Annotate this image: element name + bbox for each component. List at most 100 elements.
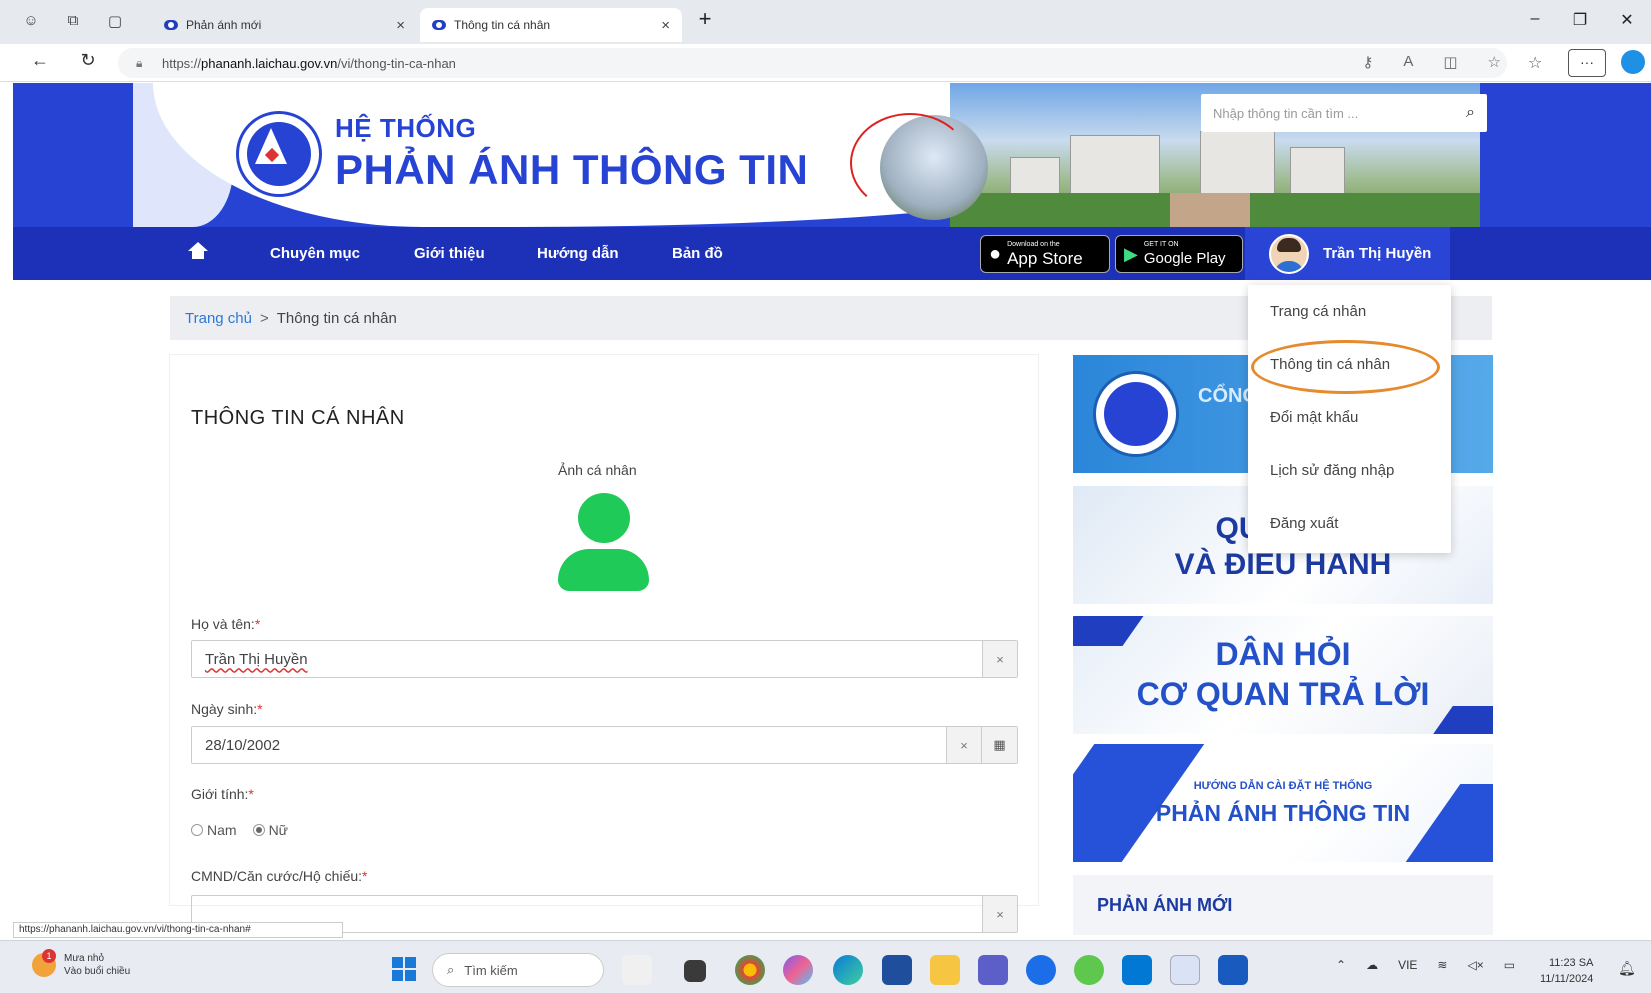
volume-icon[interactable]: ◁× <box>1467 958 1483 972</box>
favorites-icon[interactable]: ☆ <box>1528 53 1542 73</box>
user-menu-toggle[interactable]: Trần Thị Huyền <box>1245 227 1450 280</box>
chat-app-icon[interactable] <box>1170 955 1200 985</box>
windows-start-icon[interactable] <box>392 957 416 981</box>
clear-name-icon[interactable]: × <box>982 641 1017 677</box>
clear-id-icon[interactable]: × <box>982 896 1017 932</box>
play-icon: ▶ <box>1124 243 1138 264</box>
management-banner-line2: VÀ ĐIỀU HÀNH <box>1174 548 1392 581</box>
favorite-icon[interactable]: ☆ <box>1488 53 1501 71</box>
gender-female-radio[interactable]: Nữ <box>252 822 289 838</box>
back-icon[interactable]: ← <box>28 50 52 71</box>
user-dropdown-menu: Trang cá nhân Thông tin cá nhân Đổi mật … <box>1248 285 1451 553</box>
url-field[interactable]: 🔒︎ https://phananh.laichau.gov.vn/vi/tho… <box>118 48 1507 78</box>
gender-male-radio[interactable]: Nam <box>191 822 237 838</box>
key-icon[interactable]: ⚷ <box>1362 53 1373 71</box>
dob-label: Ngày sinh:* <box>191 701 263 717</box>
read-aloud-icon[interactable]: A <box>1403 53 1413 71</box>
chevron-up-icon[interactable]: ⌃ <box>1336 958 1346 972</box>
tab-title: Phản ánh mới <box>186 18 262 32</box>
chrome-icon[interactable] <box>735 955 765 985</box>
nav-chuyen-muc[interactable]: Chuyên mục <box>270 245 360 262</box>
close-tab-icon[interactable]: × <box>661 17 670 34</box>
copilot-app-icon[interactable] <box>783 955 813 985</box>
profile-card <box>170 355 1038 905</box>
page-title: THÔNG TIN CÁ NHÂN <box>191 407 405 429</box>
weather-widget[interactable]: 1 Mưa nhỏ Vào buổi chiều <box>32 949 131 978</box>
refresh-icon[interactable]: ↻ <box>76 50 100 71</box>
edge-icon[interactable] <box>833 955 863 985</box>
zalo-icon[interactable] <box>1026 955 1056 985</box>
taskbar-clock[interactable]: 11:23 SA 11/11/2024 <box>1540 955 1593 987</box>
install-guide-banner[interactable]: HƯỚNG DẪN CÀI ĐẶT HỆ THỐNG PHẢN ÁNH THÔN… <box>1073 744 1493 862</box>
split-screen-icon[interactable]: ◫ <box>1443 53 1457 71</box>
menu-item-trang-ca-nhan[interactable]: Trang cá nhân <box>1270 303 1366 320</box>
dob-field[interactable]: 28/10/2002 × ▦ <box>191 726 1018 764</box>
store-app-icon[interactable] <box>882 955 912 985</box>
site-search-input[interactable]: Nhập thông tin cần tìm ... ⌕ <box>1201 94 1487 132</box>
minimize-icon[interactable]: – <box>1520 10 1550 28</box>
close-window-icon[interactable]: ✕ <box>1612 10 1642 30</box>
required-mark: * <box>362 868 368 884</box>
menu-item-dang-xuat[interactable]: Đăng xuất <box>1270 515 1338 532</box>
menu-item-doi-mat-khau[interactable]: Đổi mật khẩu <box>1270 409 1358 426</box>
nav-huong-dan[interactable]: Hướng dẫn <box>537 245 619 262</box>
site-favicon-icon <box>432 20 446 30</box>
app-store-label: App Store <box>1007 248 1083 268</box>
new-reports-title: PHẢN ÁNH MỚI <box>1097 895 1233 915</box>
clear-dob-icon[interactable]: × <box>946 727 981 763</box>
onedrive-icon[interactable]: ☁ <box>1366 958 1378 972</box>
battery-icon[interactable]: ▭ <box>1504 958 1515 972</box>
search-icon[interactable]: ⌕ <box>1466 104 1475 122</box>
weather-subtitle: Vào buổi chiều <box>64 966 131 977</box>
language-indicator[interactable]: VIE <box>1398 958 1417 972</box>
tab-thong-tin-ca-nhan[interactable]: Thông tin cá nhân × <box>420 8 682 42</box>
required-mark: * <box>254 616 261 632</box>
gender-label: Giới tính:* <box>191 786 254 802</box>
calendar-icon[interactable]: ▦ <box>981 727 1017 763</box>
task-view-icon[interactable] <box>684 960 706 982</box>
tab-actions-icon[interactable]: ▢ <box>104 12 126 32</box>
google-play-button[interactable]: ▶ GET IT ON Google Play <box>1115 235 1243 273</box>
tab-phan-anh-moi[interactable]: Phản ánh mới × <box>152 8 417 42</box>
name-label: Họ và tên:* <box>191 616 260 632</box>
workspaces-icon[interactable]: ⧉ <box>62 12 84 32</box>
full-name-value: Trần Thị Huyền <box>205 650 308 668</box>
wifi-icon[interactable]: ≋ <box>1437 958 1447 972</box>
search-placeholder: Nhập thông tin cần tìm ... <box>1213 105 1359 121</box>
outlook-icon[interactable] <box>1122 955 1152 985</box>
copilot-icon[interactable] <box>1621 50 1645 74</box>
app-store-button[interactable]: ● Download on the App Store <box>980 235 1110 273</box>
site-title-small: HỆ THỐNG <box>335 113 477 143</box>
nav-ban-do[interactable]: Bản đồ <box>672 245 723 262</box>
name-label-text: Họ và tên: <box>191 616 255 632</box>
teams-icon[interactable] <box>978 955 1008 985</box>
url-prefix: https:// <box>162 55 202 71</box>
breadcrumb-home[interactable]: Trang chủ <box>185 310 252 327</box>
coccoc-icon[interactable] <box>1074 955 1104 985</box>
close-tab-icon[interactable]: × <box>396 17 405 34</box>
full-name-field[interactable]: Trần Thị Huyền × <box>191 640 1018 678</box>
avatar-label: Ảnh cá nhân <box>558 462 637 478</box>
new-tab-icon[interactable]: + <box>690 6 720 32</box>
notification-bell-icon[interactable]: 🔔︎ <box>1618 960 1636 977</box>
user-avatar-body[interactable] <box>558 549 649 591</box>
clock-date: 11/11/2024 <box>1540 973 1594 985</box>
restore-icon[interactable]: ❐ <box>1565 10 1595 30</box>
user-avatar-icon[interactable] <box>578 493 630 543</box>
status-url-tooltip: https://phananh.laichau.gov.vn/vi/thong-… <box>13 922 343 938</box>
menu-item-lich-su-dang-nhap[interactable]: Lịch sử đăng nhập <box>1270 462 1394 479</box>
home-icon[interactable] <box>188 242 208 260</box>
site-title-big: PHẢN ÁNH THÔNG TIN <box>335 146 809 193</box>
citizen-banner-line1: DÂN HỎI <box>1215 636 1351 672</box>
site-logo[interactable] <box>236 111 322 197</box>
profile-icon[interactable]: ☺ <box>20 12 42 32</box>
gender-option-label: Nữ <box>268 822 289 838</box>
nav-gioi-thieu[interactable]: Giới thiệu <box>414 245 485 262</box>
file-explorer-icon[interactable] <box>930 955 960 985</box>
decor-app-icon[interactable] <box>622 955 652 985</box>
citizen-question-banner[interactable]: DÂN HỎI CƠ QUAN TRẢ LỜI <box>1073 616 1493 734</box>
user-name: Trần Thị Huyền <box>1323 245 1432 262</box>
word-icon[interactable] <box>1218 955 1248 985</box>
more-menu-icon[interactable]: ··· <box>1568 49 1606 77</box>
taskbar-search[interactable]: ⌕ Tìm kiếm <box>432 953 604 987</box>
